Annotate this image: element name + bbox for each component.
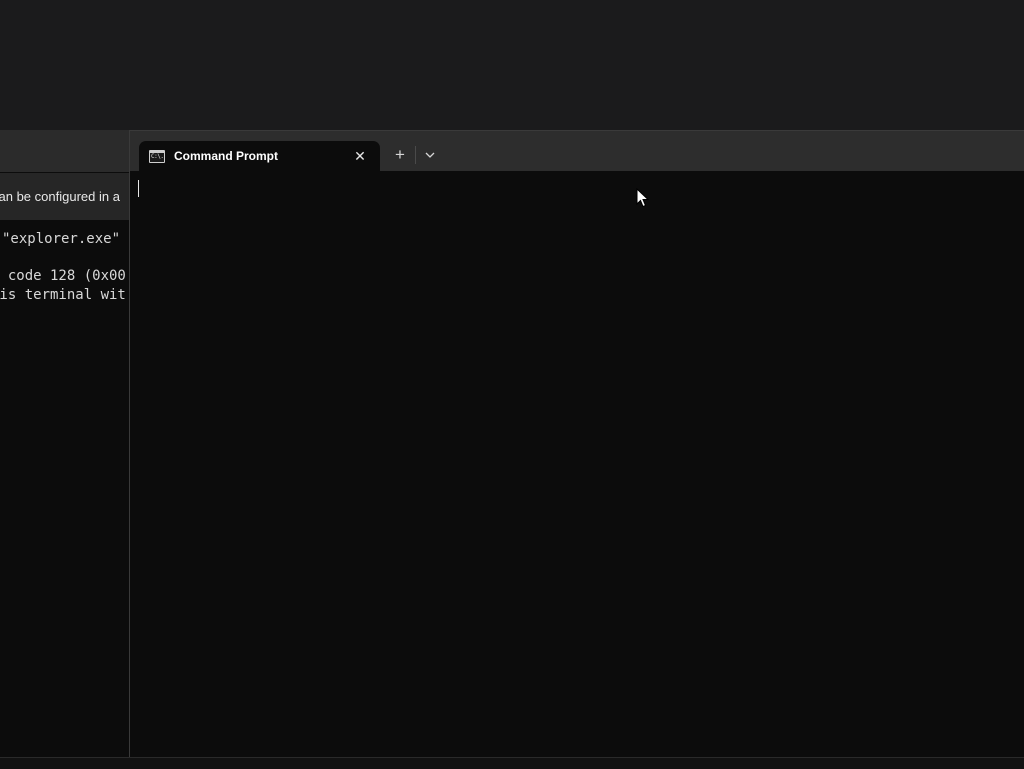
- background-terminal-window[interactable]: can be configured in a "explorer.exe" n …: [0, 130, 135, 758]
- taskbar-edge: [0, 757, 1024, 769]
- close-icon[interactable]: ✕: [350, 146, 370, 166]
- background-window-titlebar[interactable]: [0, 130, 135, 172]
- new-tab-dropdown-button[interactable]: [420, 144, 440, 166]
- tab-strip[interactable]: C:\. Command Prompt ✕ +: [130, 131, 1024, 172]
- background-window-info-bar: can be configured in a: [0, 173, 135, 220]
- tab-command-prompt[interactable]: C:\. Command Prompt ✕: [139, 141, 380, 172]
- terminal-content-area[interactable]: [130, 172, 1024, 759]
- info-bar-text: can be configured in a: [0, 189, 120, 204]
- chevron-down-icon: [425, 152, 435, 158]
- output-line: "explorer.exe": [2, 231, 129, 247]
- output-line: n code 128 (0x00: [0, 268, 126, 284]
- text-cursor: [138, 180, 139, 197]
- command-prompt-icon: C:\.: [149, 150, 165, 163]
- new-tab-button[interactable]: +: [389, 144, 411, 166]
- tab-title: Command Prompt: [174, 149, 279, 163]
- desktop: can be configured in a "explorer.exe" n …: [0, 0, 1024, 769]
- windows-terminal-window[interactable]: C:\. Command Prompt ✕ +: [129, 130, 1024, 759]
- background-window-output: "explorer.exe" n code 128 (0x00 his term…: [0, 220, 135, 300]
- tab-separator: [415, 146, 416, 164]
- output-line: his terminal wit: [0, 287, 126, 300]
- mouse-pointer-icon: [636, 188, 650, 208]
